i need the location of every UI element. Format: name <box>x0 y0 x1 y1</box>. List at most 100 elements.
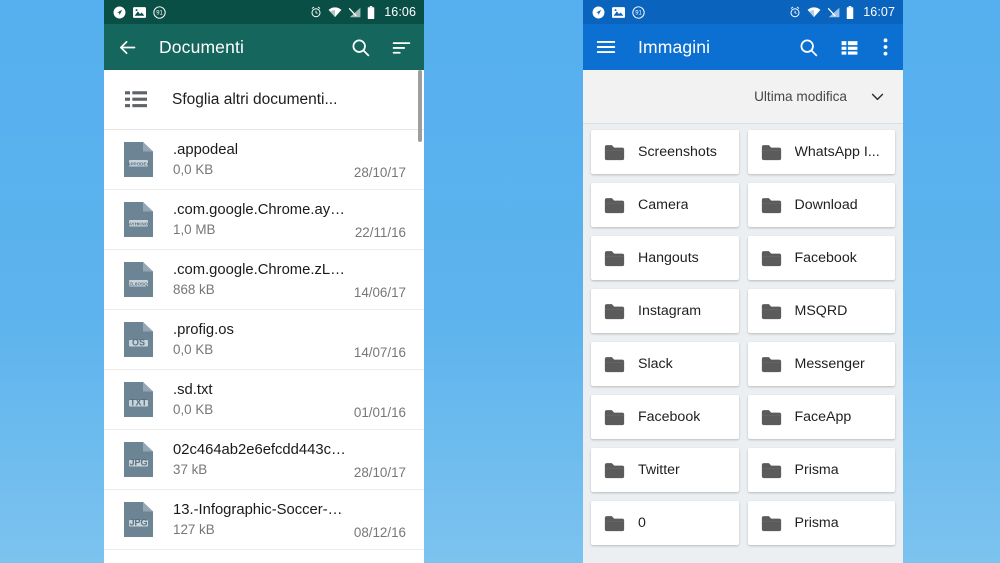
folder-card[interactable]: Prisma <box>747 501 895 545</box>
file-row[interactable]: APPODEA .appodeal 0,0 KB 28/10/17 <box>104 130 424 190</box>
folder-grid-row: Screenshots WhatsApp I... <box>591 130 895 174</box>
hamburger-icon[interactable] <box>594 35 618 59</box>
file-list: APPODEA .appodeal 0,0 KB 28/10/17 AYHKNO .com… <box>104 130 424 550</box>
file-meta: 13.-Infographic-Soccer-Ball-Element... 12… <box>173 501 346 538</box>
file-list-scroll-area[interactable]: Sfoglia altri documenti... APPODEA .appod… <box>104 70 424 563</box>
svg-text:91: 91 <box>156 10 163 16</box>
svg-text:OS: OS <box>132 337 145 347</box>
folder-grid-row: 0 Prisma <box>591 501 895 545</box>
toolbar-images: Immagini <box>583 24 903 70</box>
folder-icon <box>761 462 782 479</box>
folder-icon <box>604 250 625 267</box>
file-type-icon: ZL6OSQ <box>123 261 157 298</box>
folder-card[interactable]: Prisma <box>747 448 895 492</box>
file-meta: .com.google.Chrome.ayHknO 1,0 MB <box>173 201 347 238</box>
sort-icon[interactable] <box>389 35 413 59</box>
file-name: .com.google.Chrome.ayHknO <box>173 202 347 219</box>
browse-more-documents-label: Sfoglia altri documenti... <box>172 90 338 108</box>
alarm-icon <box>310 6 322 18</box>
file-name: 13.-Infographic-Soccer-Ball-Element... <box>173 502 346 519</box>
status-bar-clock: 16:07 <box>863 5 895 19</box>
folder-icon <box>761 197 782 214</box>
folder-icon <box>604 303 625 320</box>
folder-grid-row: Hangouts Facebook <box>591 236 895 280</box>
folder-icon <box>761 250 782 267</box>
folder-card[interactable]: Hangouts <box>591 236 739 280</box>
toolbar-actions-right-phone <box>796 35 892 59</box>
svg-text:91: 91 <box>635 10 642 16</box>
sort-bar[interactable]: Ultima modifica <box>583 70 903 124</box>
folder-card[interactable]: Twitter <box>591 448 739 492</box>
file-size: 0,0 KB <box>173 341 214 357</box>
search-icon[interactable] <box>796 35 820 59</box>
file-type-icon: JPG <box>123 501 157 538</box>
folder-icon <box>604 197 625 214</box>
folder-card[interactable]: 0 <box>591 501 739 545</box>
folder-label: WhatsApp I... <box>794 144 880 160</box>
folder-card[interactable]: Facebook <box>591 395 739 439</box>
view-list-icon[interactable] <box>837 35 861 59</box>
file-row[interactable]: OS .profig.os 0,0 KB 14/07/16 <box>104 310 424 370</box>
battery-icon <box>846 5 854 19</box>
folder-icon <box>761 356 782 373</box>
file-date: 22/11/16 <box>354 225 406 240</box>
folder-card[interactable]: WhatsApp I... <box>747 130 895 174</box>
file-name: .appodeal <box>173 142 239 159</box>
chevron-down-icon[interactable] <box>869 88 886 105</box>
folder-icon <box>604 409 625 426</box>
battery-icon <box>367 5 375 19</box>
folder-card[interactable]: Facebook <box>747 236 895 280</box>
folder-icon <box>604 356 625 373</box>
folder-icon <box>604 144 625 161</box>
folder-card[interactable]: MSQRD <box>747 289 895 333</box>
folder-icon <box>761 515 782 532</box>
navigation-icon <box>592 6 605 19</box>
file-size: 1,0 MB <box>173 221 216 237</box>
search-icon[interactable] <box>348 35 372 59</box>
file-row[interactable]: JPG 02c464ab2e6efcdd443cbea1e85be... 37 kB… <box>104 430 424 490</box>
file-row[interactable]: JPG 13.-Infographic-Soccer-Ball-Element..… <box>104 490 424 550</box>
status-bar-right-icons-right: 16:07 <box>789 5 895 19</box>
folder-grid-row: Facebook FaceApp <box>591 395 895 439</box>
navigation-icon <box>113 6 126 19</box>
folder-grid-row: Slack Messenger <box>591 342 895 386</box>
folder-label: Prisma <box>794 515 839 531</box>
folder-label: Camera <box>638 197 689 213</box>
badge-91-icon: 91 <box>153 5 166 19</box>
folder-label: Facebook <box>638 409 701 425</box>
page-title: Immagini <box>638 36 711 57</box>
folder-card[interactable]: FaceApp <box>747 395 895 439</box>
overflow-menu-icon[interactable] <box>878 35 892 59</box>
folder-label: MSQRD <box>794 303 848 319</box>
status-bar-clock: 16:06 <box>384 5 416 19</box>
folder-label: Download <box>794 197 858 213</box>
image-icon <box>133 6 146 18</box>
svg-text:JPG: JPG <box>129 457 147 467</box>
file-row[interactable]: AYHKNO .com.google.Chrome.ayHknO 1,0 MB 22/… <box>104 190 424 250</box>
file-meta: 02c464ab2e6efcdd443cbea1e85be... 37 kB <box>173 441 346 478</box>
file-name: .com.google.Chrome.zL6oSQ <box>173 262 346 279</box>
image-icon <box>612 6 625 18</box>
file-size: 37 kB <box>173 461 208 477</box>
browse-more-documents-row[interactable]: Sfoglia altri documenti... <box>104 70 424 130</box>
folder-card[interactable]: Slack <box>591 342 739 386</box>
list-icon <box>125 90 147 109</box>
badge-91-icon: 91 <box>632 5 645 19</box>
status-bar-left-icons-right: 91 <box>592 5 645 19</box>
file-row[interactable]: TXT .sd.txt 0,0 KB 01/01/16 <box>104 370 424 430</box>
folder-card[interactable]: Messenger <box>747 342 895 386</box>
svg-text:TXT: TXT <box>130 397 148 407</box>
arrow-back-icon[interactable] <box>115 35 139 59</box>
folder-icon <box>604 515 625 532</box>
file-size: 0,0 KB <box>173 401 214 417</box>
folder-icon <box>761 144 782 161</box>
folder-card[interactable]: Camera <box>591 183 739 227</box>
folder-card[interactable]: Download <box>747 183 895 227</box>
folder-grid: Screenshots WhatsApp I... Camera Download Ha… <box>583 124 903 563</box>
file-row[interactable]: ZL6OSQ .com.google.Chrome.zL6oSQ 868 kB 14/… <box>104 250 424 310</box>
folder-label: Twitter <box>638 462 680 478</box>
file-date: 28/10/17 <box>353 165 406 180</box>
folder-label: Prisma <box>794 462 839 478</box>
folder-card[interactable]: Screenshots <box>591 130 739 174</box>
folder-card[interactable]: Instagram <box>591 289 739 333</box>
